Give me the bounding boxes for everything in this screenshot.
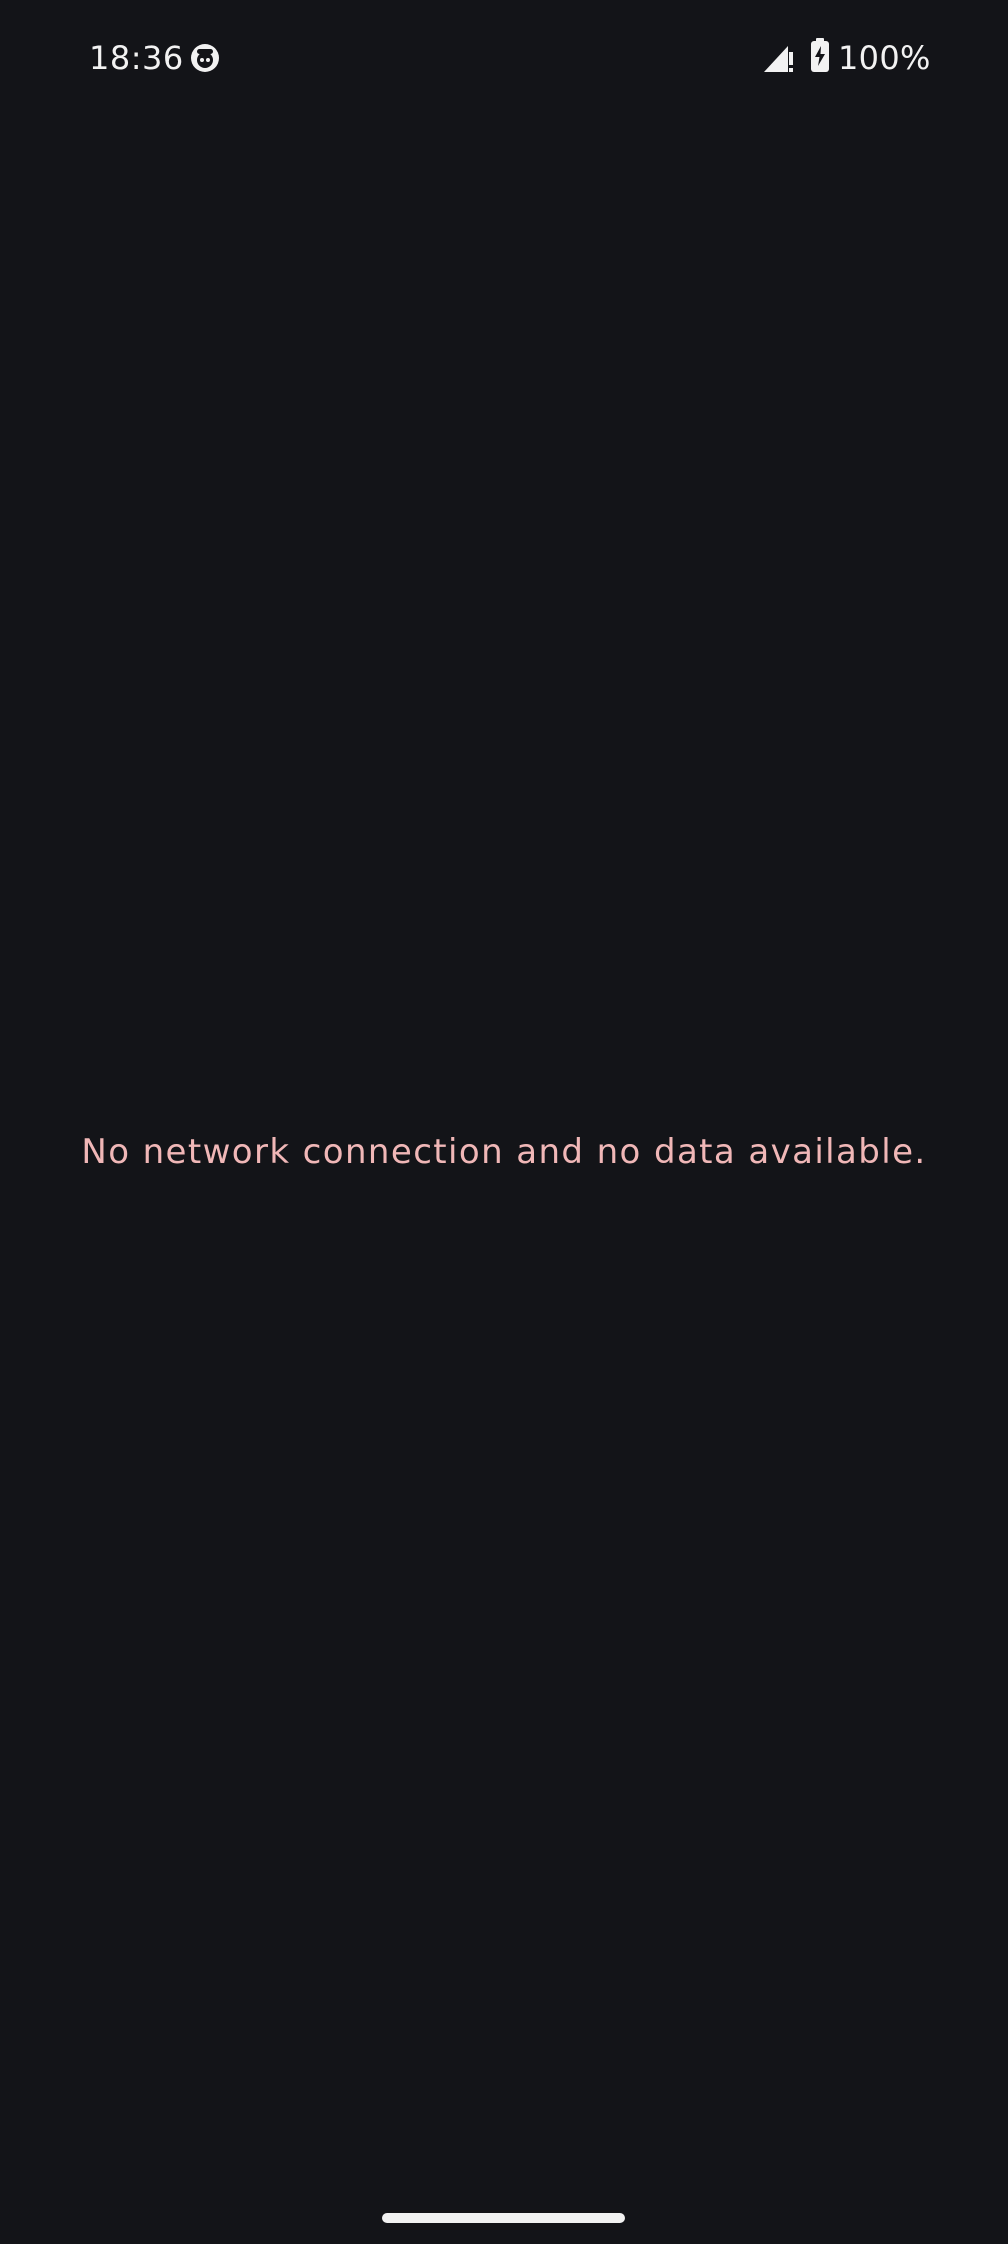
battery-charging-icon <box>811 38 829 72</box>
status-time: 18:36 <box>89 39 184 77</box>
signal-no-data-icon <box>764 46 793 72</box>
home-gesture-bar[interactable] <box>382 2213 625 2223</box>
battery-percentage: 100% <box>838 39 931 77</box>
no-network-message: No network connection and no data availa… <box>81 1132 927 1172</box>
status-bar: 18:36 100% <box>0 0 1008 116</box>
app-notification-icon <box>191 44 219 72</box>
app-screen: 18:36 100% No network connection and no … <box>0 0 1008 2244</box>
